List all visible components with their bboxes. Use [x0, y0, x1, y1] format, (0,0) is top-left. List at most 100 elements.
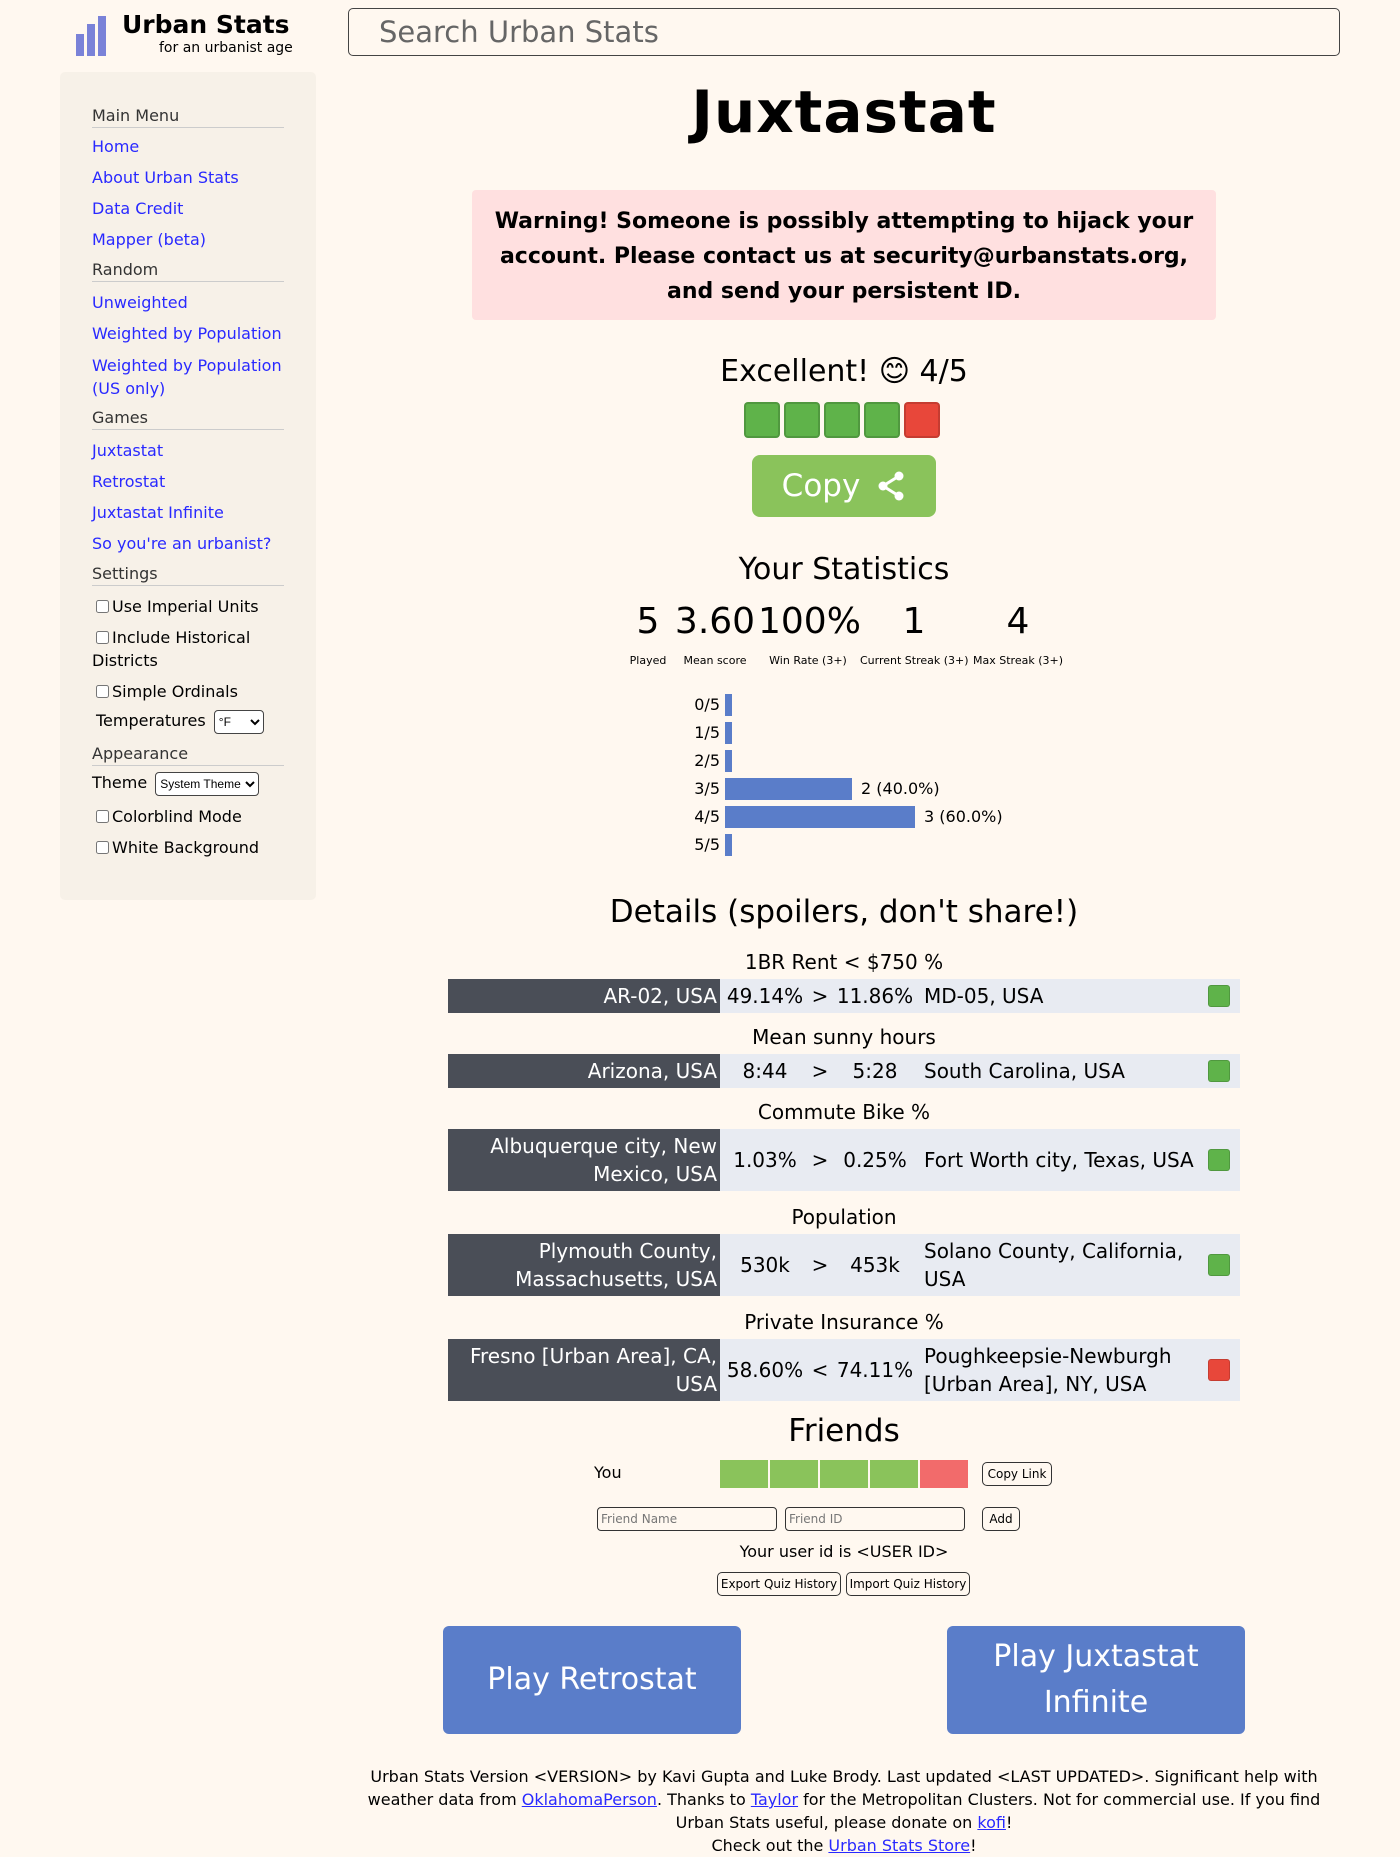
score-summary: Excellent! 😊 4/5: [720, 354, 968, 389]
sidebar-link-weighted-population[interactable]: Weighted by Population: [92, 322, 292, 345]
logo-tagline: for an urbanist age: [159, 40, 293, 56]
sidebar-link-about[interactable]: About Urban Stats: [92, 166, 292, 189]
sidebar-link-unweighted[interactable]: Unweighted: [92, 291, 292, 314]
theme-row: Theme System Theme: [92, 772, 260, 796]
sidebar-link-urbanist-quiz[interactable]: So you're an urbanist?: [92, 532, 292, 555]
historical-districts-checkbox[interactable]: [96, 631, 109, 644]
white-background-option[interactable]: White Background: [92, 836, 292, 859]
share-icon: [878, 471, 904, 501]
simple-ordinals-checkbox[interactable]: [96, 685, 109, 698]
wrong-mark-icon: [1208, 1359, 1230, 1381]
sidebar-link-juxtastat[interactable]: Juxtastat: [92, 439, 292, 462]
imperial-units-option[interactable]: Use Imperial Units: [92, 595, 292, 618]
histogram-bar: [725, 722, 732, 744]
import-history-button[interactable]: Import Quiz History: [846, 1572, 970, 1596]
question-stat-name: Mean sunny hours: [752, 1025, 936, 1049]
sidebar-link-juxtastat-infinite[interactable]: Juxtastat Infinite: [92, 501, 292, 524]
sidebar-link-retrostat[interactable]: Retrostat: [92, 470, 292, 493]
histogram-score-label: 5/5: [694, 835, 720, 854]
result-square-wrong: [920, 1460, 968, 1488]
question-stat-name: 1BR Rent < $750 %: [744, 950, 944, 974]
result-square-correct: [770, 1460, 818, 1488]
temperatures-select[interactable]: °F: [213, 710, 264, 734]
copy-link-button[interactable]: Copy Link: [982, 1462, 1052, 1486]
page-title: Juxtastat: [691, 78, 997, 146]
result-square-correct: [864, 402, 900, 438]
sidebar-section-settings: Settings: [92, 564, 284, 586]
colorblind-checkbox[interactable]: [96, 810, 109, 823]
right-value: 453k: [850, 1253, 900, 1277]
result-square-correct: [720, 1460, 768, 1488]
sidebar-section-games: Games: [92, 408, 284, 430]
theme-label: Theme: [92, 773, 148, 792]
stat-value: 3.60: [674, 601, 756, 642]
comparison-operator: >: [811, 1148, 829, 1172]
imperial-units-checkbox[interactable]: [96, 600, 109, 613]
stat-value: 5: [636, 601, 660, 642]
sidebar-link-data-credit[interactable]: Data Credit: [92, 197, 292, 220]
comparison-operator: >: [811, 984, 829, 1008]
white-background-checkbox[interactable]: [96, 841, 109, 854]
temperatures-row: Temperatures °F: [96, 710, 264, 734]
footer-link-taylor[interactable]: Taylor: [751, 1790, 798, 1809]
friend-name-input[interactable]: [597, 1507, 777, 1531]
colorblind-option[interactable]: Colorblind Mode: [92, 805, 292, 828]
comparison-operator: <: [811, 1358, 829, 1382]
stat-max-streak: 4 Max Streak (3+): [968, 600, 1068, 667]
right-region-name: Solano County, California, USA: [924, 1239, 1184, 1291]
histogram-bar: [725, 834, 732, 856]
question-comparison: 8:44 > 5:28: [720, 1054, 920, 1088]
imperial-units-label: Use Imperial Units: [112, 597, 259, 616]
right-region-name: Fort Worth city, Texas, USA: [924, 1148, 1194, 1172]
search-input[interactable]: [348, 8, 1340, 56]
right-region-name: Poughkeepsie-Newburgh [Urban Area], NY, …: [924, 1344, 1172, 1396]
result-square-correct: [870, 1460, 918, 1488]
footer-link-kofi[interactable]: kofi: [977, 1813, 1006, 1832]
footer-text: !: [970, 1836, 977, 1855]
question-row: AR-02, USA 49.14% > 11.86% MD-05, USA: [448, 979, 1240, 1013]
sidebar-section-appearance: Appearance: [92, 744, 284, 766]
urban-stats-logo[interactable]: Urban Stats for an urbanist age: [76, 10, 306, 56]
footer-link-store[interactable]: Urban Stats Store: [828, 1836, 970, 1855]
footer-text: !: [1005, 1813, 1013, 1832]
right-region-name: South Carolina, USA: [924, 1059, 1125, 1083]
stat-label: Mean score: [683, 654, 747, 667]
copy-button[interactable]: Copy: [752, 455, 936, 517]
result-square-correct: [824, 402, 860, 438]
add-friend-button[interactable]: Add: [982, 1507, 1020, 1531]
result-square-correct: [784, 402, 820, 438]
logo-bars-icon: [76, 16, 108, 56]
sidebar-link-mapper[interactable]: Mapper (beta): [92, 228, 292, 251]
historical-districts-option[interactable]: Include Historical Districts: [92, 626, 292, 672]
left-region-name: Arizona, USA: [587, 1059, 717, 1083]
footer-link-oklahomaperson[interactable]: OklahomaPerson: [522, 1790, 657, 1809]
question-row: Plymouth County, Massachusetts, USA 530k…: [448, 1234, 1240, 1296]
white-background-label: White Background: [112, 838, 260, 857]
play-juxtastat-infinite-button[interactable]: Play Juxtastat Infinite: [947, 1626, 1245, 1734]
question-stat-name: Population: [791, 1205, 897, 1229]
stat-win-rate: 100% Win Rate (3+): [758, 600, 861, 667]
sidebar-link-home[interactable]: Home: [92, 135, 292, 158]
security-warning: Warning! Someone is possibly attempting …: [472, 190, 1216, 320]
details-title: Details (spoilers, don't share!): [609, 894, 1079, 930]
theme-select[interactable]: System Theme: [155, 772, 260, 796]
left-value: 8:44: [742, 1059, 788, 1083]
footer-text: Check out the: [711, 1836, 829, 1855]
stat-value: 4: [1006, 601, 1030, 642]
play-retrostat-button[interactable]: Play Retrostat: [443, 1626, 741, 1734]
histogram-score-label: 3/5: [694, 779, 720, 798]
footer-text: . Thanks to: [656, 1790, 751, 1809]
statistics-title: Your Statistics: [738, 552, 950, 587]
copy-button-label: Copy: [781, 468, 861, 504]
result-squares: [744, 402, 940, 438]
correct-mark-icon: [1208, 1149, 1230, 1171]
histogram-bar: [725, 750, 732, 772]
export-history-button[interactable]: Export Quiz History: [717, 1572, 841, 1596]
simple-ordinals-option[interactable]: Simple Ordinals: [92, 680, 292, 703]
sidebar-section-random: Random: [92, 260, 284, 282]
stat-label: Current Streak (3+): [860, 654, 969, 667]
friend-id-input[interactable]: [785, 1507, 965, 1531]
sidebar-link-weighted-population-us[interactable]: Weighted by Population (US only): [92, 354, 292, 400]
question-comparison: 1.03% > 0.25%: [720, 1129, 920, 1191]
question-left-region: Albuquerque city, New Mexico, USA: [448, 1129, 720, 1191]
